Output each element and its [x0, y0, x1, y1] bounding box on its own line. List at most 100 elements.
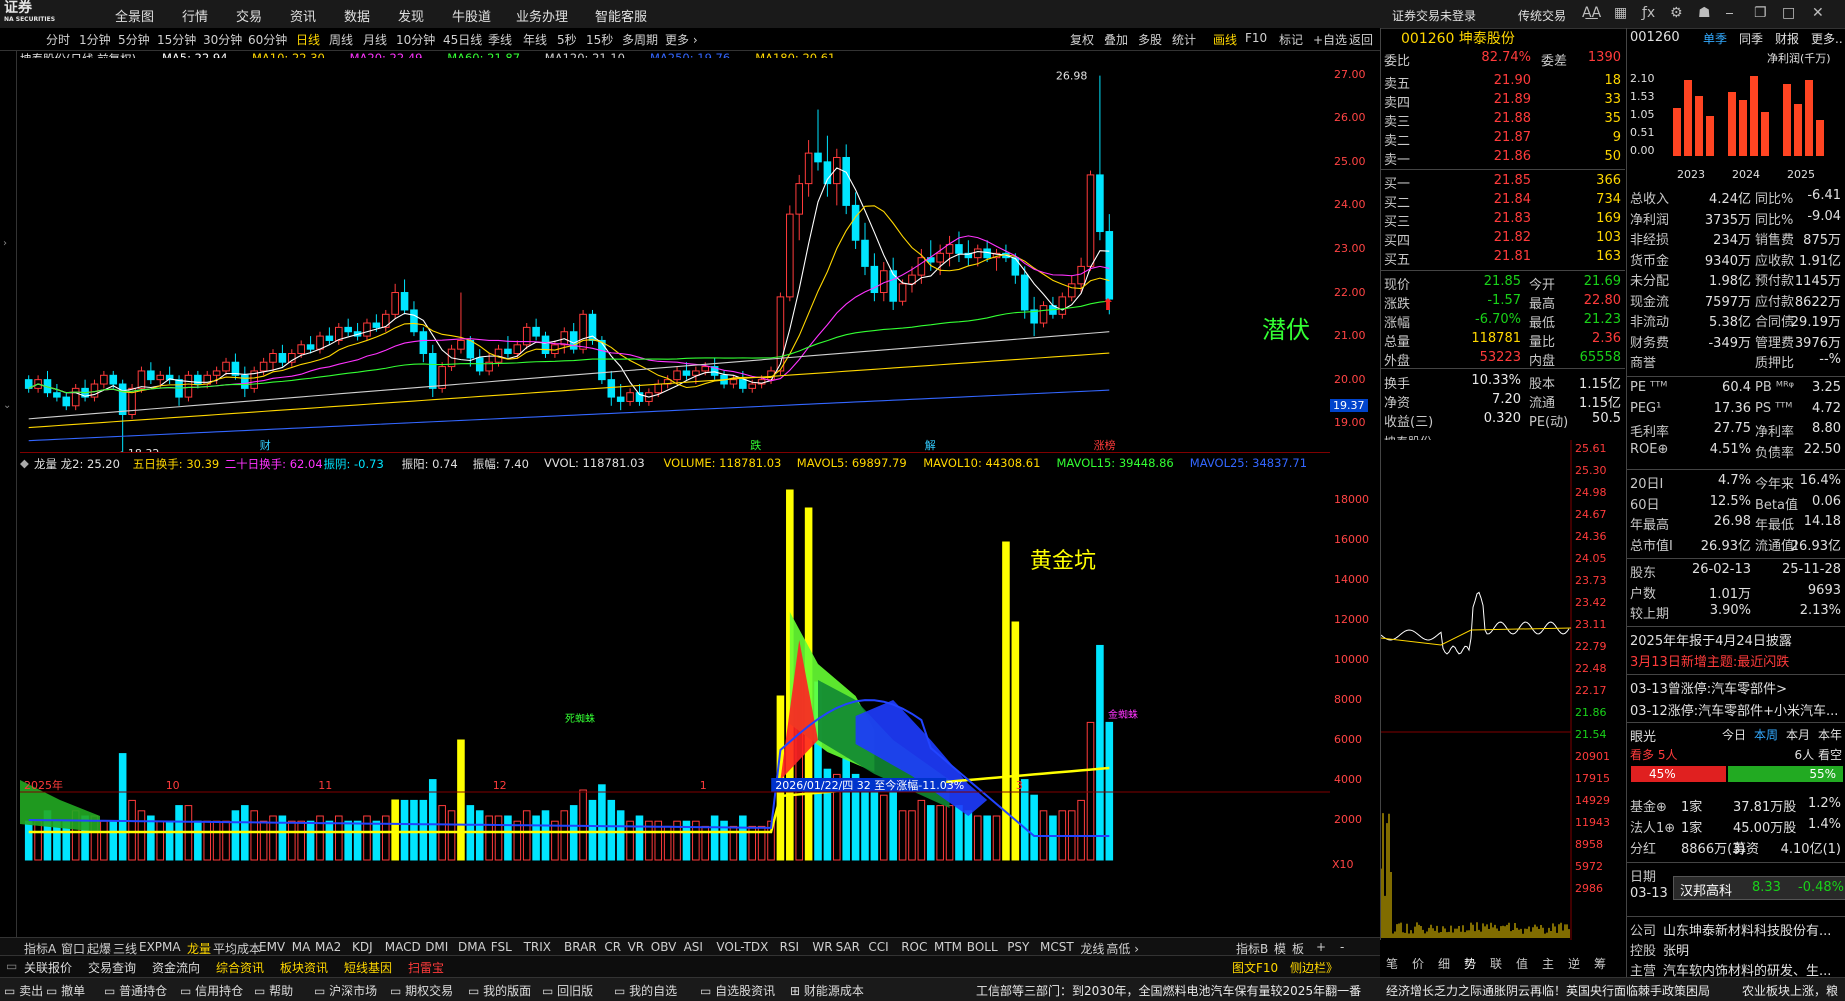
mini-tab-0[interactable]: 笔 — [1386, 955, 1398, 972]
indicator-tab-12[interactable]: DMI — [425, 940, 448, 954]
status-item-1[interactable]: ▭ 撤单 — [46, 982, 85, 999]
chart-tool-2[interactable]: 多股 — [1138, 31, 1162, 48]
mini-tab-6[interactable]: 主 — [1542, 955, 1554, 972]
fin-tab-2[interactable]: 财报 — [1775, 30, 1799, 47]
buy-level-3[interactable]: 买四 21.82 103 — [1381, 230, 1625, 249]
indicator-tab-24[interactable]: SAR — [836, 940, 860, 954]
indbar-right-3[interactable]: + — [1316, 940, 1326, 954]
chart-tool-7[interactable]: +自选 — [1313, 31, 1347, 48]
shirt-icon[interactable]: ☗ — [1698, 5, 1711, 21]
chart-tool-0[interactable]: 复权 — [1070, 31, 1094, 48]
indicator-tab-28[interactable]: BOLL — [967, 940, 998, 954]
period-tab-8[interactable]: 月线 — [363, 31, 387, 48]
indicator-tab-8[interactable]: MA — [292, 940, 311, 954]
sell-level-4[interactable]: 卖一 21.86 50 — [1381, 149, 1625, 168]
mini-tab-7[interactable]: 逆 — [1568, 955, 1580, 972]
menu-item-2[interactable]: 交易 — [236, 6, 262, 25]
indicator-tab-14[interactable]: FSL — [491, 940, 512, 954]
period-tab-15[interactable]: 多周期 — [622, 31, 658, 48]
menu-item-3[interactable]: 资讯 — [290, 6, 316, 25]
toolbar-item-0[interactable]: 关联报价 — [24, 959, 72, 976]
status-item-2[interactable]: ▭ 普通持仓 — [104, 982, 167, 999]
restore-icon[interactable]: ❐ — [1754, 5, 1767, 21]
status-item-11[interactable]: ⊞ 财能源成本 — [790, 982, 864, 999]
grid-icon[interactable]: ▦ — [1614, 5, 1627, 21]
period-tab-0[interactable]: 分时 — [46, 31, 70, 48]
chart-tool-3[interactable]: 统计 — [1172, 31, 1196, 48]
period-tab-11[interactable]: 季线 — [488, 31, 512, 48]
indicator-tab-10[interactable]: KDJ — [352, 940, 373, 954]
eye-tab-2[interactable]: 本月 — [1786, 726, 1810, 743]
sell-level-0[interactable]: 卖五 21.90 18 — [1381, 73, 1625, 92]
mini-tab-5[interactable]: 值 — [1516, 955, 1528, 972]
toolbar-item-4[interactable]: 板块资讯 — [280, 959, 328, 976]
formula-icon[interactable]: ƒx — [1642, 5, 1655, 21]
news-line-4[interactable]: 03-12涨停:汽车零部件+小米汽车... — [1630, 700, 1838, 719]
toolbar-item-6[interactable]: 扫雷宝 — [408, 959, 444, 976]
volume-chart[interactable]: 黄金坑死蜘蛛 金蜘蛛 2026/01/22/四 32 至今涨幅-11.03% 2025… — [20, 470, 1330, 910]
menu-item-7[interactable]: 业务办理 — [516, 6, 568, 25]
buy-level-0[interactable]: 买一 21.85 366 — [1381, 173, 1625, 192]
maximize-icon[interactable]: □ — [1782, 5, 1795, 21]
news-ticker-1[interactable]: 工信部等三部门：到2030年，全国燃料电池汽车保有量较2025年翻一番 — [976, 982, 1361, 999]
indicator-tab-16[interactable]: BRAR — [564, 940, 597, 954]
period-tab-14[interactable]: 15秒 — [586, 31, 613, 48]
fin-tab-0[interactable]: 单季 — [1703, 30, 1727, 47]
candlestick-chart[interactable]: 26.98←18.32潜伏⬆财跌解涨榜 — [20, 58, 1330, 453]
status-item-5[interactable]: ▭ 沪深市场 — [314, 982, 377, 999]
period-tab-6[interactable]: 日线 — [296, 31, 320, 48]
menu-item-4[interactable]: 数据 — [344, 6, 370, 25]
period-tab-5[interactable]: 60分钟 — [248, 31, 287, 48]
chart-tool-6[interactable]: 标记 — [1279, 31, 1303, 48]
mini-tab-8[interactable]: 筹 — [1594, 955, 1606, 972]
panel-toggle-icon[interactable]: ▭ — [6, 959, 17, 973]
status-item-6[interactable]: ▭ 期权交易 — [390, 982, 453, 999]
news-line-2[interactable]: 3月13日新增主题:最近闪跌 — [1630, 651, 1789, 670]
collapse-left-icon[interactable]: › — [3, 238, 7, 249]
status-item-0[interactable]: ▭ 卖出 — [4, 982, 43, 999]
period-tab-13[interactable]: 5秒 — [557, 31, 577, 48]
period-tab-9[interactable]: 10分钟 — [396, 31, 435, 48]
toolbar-item-5[interactable]: 短线基因 — [344, 959, 392, 976]
buy-level-4[interactable]: 买五 21.81 163 — [1381, 249, 1625, 268]
menu-item-8[interactable]: 智能客服 — [595, 6, 647, 25]
login-status[interactable]: 证券交易未登录 — [1392, 7, 1476, 24]
f10-button[interactable]: 图文F10 — [1232, 959, 1278, 976]
indicator-tab-7[interactable]: EMV — [259, 940, 285, 954]
status-item-4[interactable]: ▭ 帮助 — [254, 982, 293, 999]
period-tab-12[interactable]: 年线 — [523, 31, 547, 48]
sell-level-3[interactable]: 卖二 21.87 9 — [1381, 130, 1625, 149]
news-ticker-2[interactable]: 经济增长乏力之际通胀阴云再临！英国央行面临棘手政策困局 — [1386, 982, 1710, 999]
buy-level-1[interactable]: 买二 21.84 734 — [1381, 192, 1625, 211]
news-line-3[interactable]: 03-13曾涨停:汽车零部件> — [1630, 678, 1787, 697]
stock-popup[interactable]: 汉邦高科 8.33 -0.48% — [1673, 876, 1845, 900]
mini-intraday-chart[interactable]: 25.61 25.30 24.98 24.67 24.36 24.05 23.73 23.42… — [1381, 440, 1627, 940]
menu-item-1[interactable]: 行情 — [182, 6, 208, 25]
fin-tab-3[interactable]: 更多.. — [1811, 30, 1843, 47]
news-ticker-3[interactable]: 农业板块上涨，粮 — [1742, 982, 1838, 999]
status-item-9[interactable]: ▭ 我的自选 — [614, 982, 677, 999]
toolbar-item-3[interactable]: 综合资讯 — [216, 959, 264, 976]
period-tab-16[interactable]: 更多 › — [665, 31, 698, 48]
sell-level-2[interactable]: 卖三 21.88 35 — [1381, 111, 1625, 130]
indicator-tab-13[interactable]: DMA — [458, 940, 486, 954]
indicator-tab-23[interactable]: WR — [812, 940, 832, 954]
chart-tool-5[interactable]: F10 — [1245, 31, 1267, 45]
eye-tab-0[interactable]: 今日 — [1722, 726, 1746, 743]
legend-toggle-icon[interactable]: ◆ — [20, 456, 29, 470]
period-tab-1[interactable]: 1分钟 — [79, 31, 111, 48]
trade-mode-button[interactable]: 传统交易 — [1518, 7, 1566, 24]
sidebar-toggle-button[interactable]: 侧边栏》 — [1290, 959, 1338, 976]
toolbar-item-2[interactable]: 资金流向 — [152, 959, 200, 976]
indicator-tab-22[interactable]: RSI — [780, 940, 800, 954]
indicator-tab-17[interactable]: CR — [604, 940, 621, 954]
chart-tool-1[interactable]: 叠加 — [1104, 31, 1128, 48]
minimize-icon[interactable]: ⎯ — [1726, 5, 1733, 21]
fin-tab-1[interactable]: 同季 — [1739, 30, 1763, 47]
indicator-tab-30[interactable]: MCST — [1040, 940, 1074, 954]
status-item-3[interactable]: ▭ 信用持仓 — [180, 982, 243, 999]
sell-level-1[interactable]: 卖四 21.89 33 — [1381, 92, 1625, 111]
indicator-tab-27[interactable]: MTM — [934, 940, 962, 954]
indbar-right-4[interactable]: - — [1340, 940, 1344, 954]
chart-tool-8[interactable]: 返回 — [1349, 31, 1373, 48]
